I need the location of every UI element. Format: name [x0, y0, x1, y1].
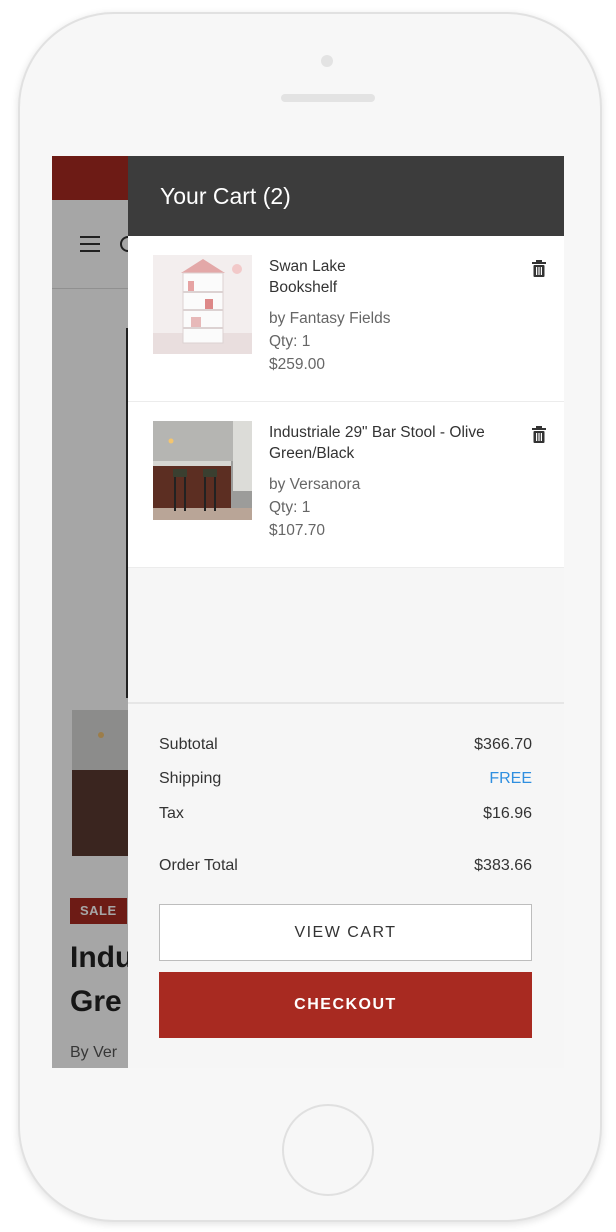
- order-total-value: $383.66: [474, 857, 532, 874]
- bookshelf-photo[interactable]: [153, 255, 252, 354]
- bar-stool-photo[interactable]: [153, 421, 252, 520]
- home-button[interactable]: [282, 1104, 374, 1196]
- phone-screen: SALE Indu Gre By Ver Your Cart (2) Swan …: [52, 156, 564, 1068]
- cart-item-price: $259.00: [269, 356, 326, 373]
- cart-item-qty: Qty: 1: [269, 499, 311, 516]
- cart-item-name[interactable]: Industriale 29" Bar Stool - Olive Green/…: [269, 422, 509, 464]
- cart-item-brand: by Fantasy Fields: [269, 310, 391, 327]
- trash-icon[interactable]: [532, 260, 546, 277]
- shipping-row: Shipping FREE: [159, 770, 532, 788]
- cart-item-name[interactable]: Swan Lake Bookshelf: [269, 256, 369, 298]
- subtotal-value: $366.70: [474, 736, 532, 753]
- cart-item: Swan Lake Bookshelf by Fantasy Fields Qt…: [128, 236, 564, 402]
- cart-item-details: Industriale 29" Bar Stool - Olive Green/…: [269, 422, 509, 542]
- trash-icon[interactable]: [532, 426, 546, 443]
- speaker-grille: [281, 94, 375, 102]
- view-cart-button[interactable]: VIEW CART: [159, 904, 532, 961]
- tax-value: $16.96: [483, 805, 532, 822]
- tax-label: Tax: [159, 805, 184, 822]
- order-total-row: Order Total $383.66: [159, 857, 532, 875]
- shipping-label: Shipping: [159, 770, 222, 787]
- checkout-button[interactable]: CHECKOUT: [159, 972, 532, 1038]
- cart-item-price: $107.70: [269, 522, 326, 539]
- shipping-value: FREE: [489, 770, 532, 787]
- cart-item: Industriale 29" Bar Stool - Olive Green/…: [128, 402, 564, 568]
- cart-item-qty: Qty: 1: [269, 333, 311, 350]
- order-total-label: Order Total: [159, 857, 238, 874]
- cart-drawer: Your Cart (2) Swan Lake Bookshelf by Fan…: [128, 156, 564, 1068]
- subtotal-row: Subtotal $366.70: [159, 736, 532, 754]
- order-summary: Subtotal $366.70 Shipping FREE Tax $16.9…: [128, 702, 564, 1068]
- tax-row: Tax $16.96: [159, 805, 532, 823]
- camera-dot: [321, 55, 333, 67]
- cart-item-details: Swan Lake Bookshelf by Fantasy Fields Qt…: [269, 256, 509, 376]
- subtotal-label: Subtotal: [159, 736, 218, 753]
- cart-item-brand: by Versanora: [269, 476, 361, 493]
- cart-title: Your Cart (2): [128, 156, 564, 236]
